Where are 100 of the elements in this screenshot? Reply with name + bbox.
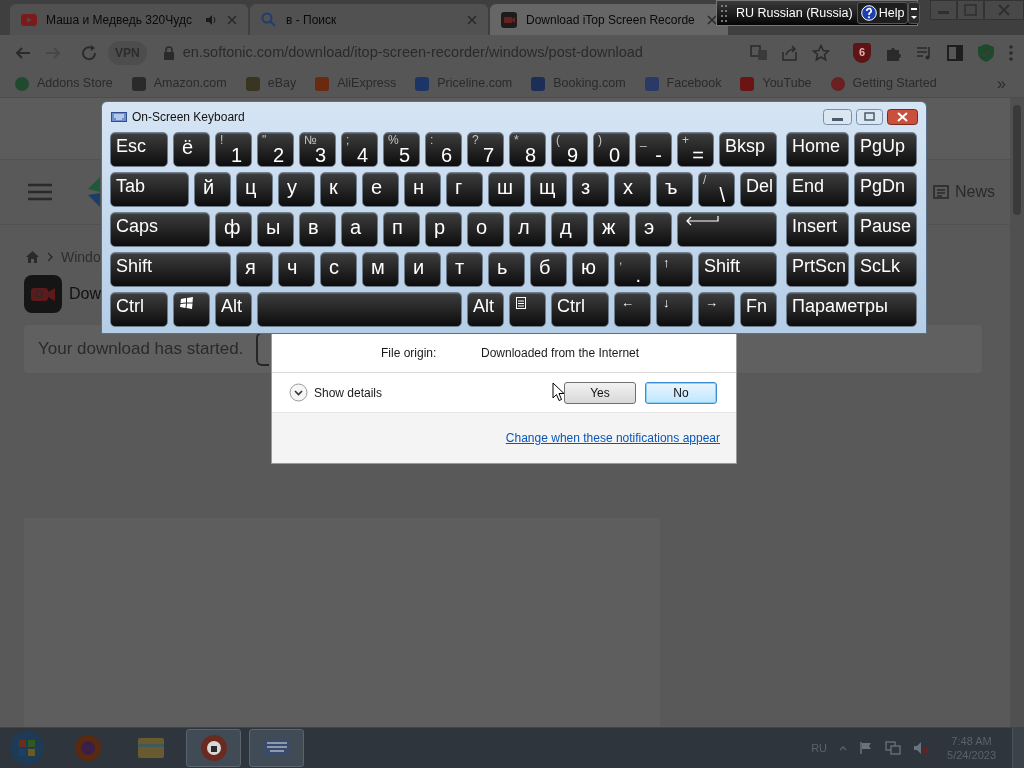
keyboard-key[interactable]: ы (257, 212, 294, 247)
keyboard-key[interactable]: ? 7 (467, 132, 504, 167)
keyboard-key[interactable]: й (194, 172, 231, 207)
share-icon[interactable] (781, 43, 799, 62)
dialog-button[interactable]: Yes (564, 381, 636, 404)
grip-icon[interactable] (720, 3, 728, 23)
keyboard-key[interactable]: ю (572, 252, 609, 287)
keyboard-key[interactable]: Ctrl (110, 292, 168, 327)
keyboard-key[interactable]: Alt (467, 292, 504, 327)
language-button[interactable]: RU Russian (Russia) (736, 3, 853, 23)
keyboard-key[interactable]: + = (677, 132, 714, 167)
taskbar-app[interactable] (249, 729, 304, 767)
keyboard-key[interactable]: , . (614, 252, 651, 287)
keyboard-key[interactable]: п (383, 212, 420, 247)
keyboard-key[interactable]: с (320, 252, 357, 287)
keyboard-key[interactable]: о (467, 212, 504, 247)
keyboard-key[interactable]: ScLk (854, 252, 917, 287)
keyboard-key[interactable]: б (530, 252, 567, 287)
keyboard-key[interactable]: : 6 (425, 132, 462, 167)
start-button[interactable] (8, 729, 46, 767)
menu-icon[interactable] (1008, 43, 1014, 62)
keyboard-key[interactable]: з (572, 172, 609, 207)
menu-icon[interactable] (28, 183, 52, 201)
keyboard-key[interactable]: / \ (698, 172, 735, 207)
keyboard-key[interactable]: ↑ (656, 252, 693, 287)
keyboard-key[interactable]: м (362, 252, 399, 287)
keyboard-key[interactable]: н (404, 172, 441, 207)
keyboard-key[interactable]: р (425, 212, 462, 247)
keyboard-key[interactable]: ь (488, 252, 525, 287)
keyboard-key[interactable]: ) 0 (593, 132, 630, 167)
taskbar-app[interactable] (186, 729, 241, 767)
close-icon[interactable] (887, 109, 918, 125)
keyboard-key[interactable]: ↓ (656, 292, 693, 327)
keyboard-key[interactable]: ч (278, 252, 315, 287)
keyboard-key[interactable]: ё (173, 132, 210, 167)
keyboard-key[interactable]: ц (236, 172, 273, 207)
keyboard-key[interactable]: ( 9 (551, 132, 588, 167)
keyboard-key[interactable]: № 3 (299, 132, 336, 167)
keyboard-key[interactable]: _ - (635, 132, 672, 167)
keyboard-key[interactable]: Caps (110, 212, 210, 247)
keyboard-key[interactable]: т (446, 252, 483, 287)
spacebar[interactable] (257, 292, 462, 327)
keyboard-key[interactable]: и (404, 252, 441, 287)
keyboard-key[interactable]: г (446, 172, 483, 207)
keyboard-key[interactable]: Tab (110, 172, 189, 207)
keyboard-key[interactable]: Pause (854, 212, 917, 247)
logo-icon[interactable] (88, 177, 102, 207)
star-icon[interactable] (812, 43, 830, 62)
keyboard-key[interactable]: ж (593, 212, 630, 247)
restore-icon[interactable] (957, 0, 984, 20)
keyboard-key[interactable]: PgUp (854, 132, 917, 167)
keyboard-key[interactable]: Ctrl (551, 292, 609, 327)
options-icon[interactable] (908, 2, 921, 24)
keyboard-key[interactable]: к (320, 172, 357, 207)
windows-key[interactable] (173, 292, 210, 327)
keyboard-key[interactable]: у (278, 172, 315, 207)
keyboard-key[interactable]: в (299, 212, 336, 247)
chevron-icon[interactable] (839, 745, 848, 751)
keyboard-key[interactable]: " 2 (257, 132, 294, 167)
keyboard-key[interactable]: я (236, 252, 273, 287)
enter-key[interactable] (677, 212, 777, 247)
keyboard-key[interactable]: х (614, 172, 651, 207)
keyboard-key[interactable]: → (698, 292, 735, 327)
keyboard-key[interactable]: Del (740, 172, 777, 207)
keyboard-key[interactable]: д (551, 212, 588, 247)
dialog-button[interactable]: No (645, 381, 717, 404)
home-icon[interactable] (26, 251, 39, 263)
keyboard-key[interactable]: Home (786, 132, 849, 167)
keyboard-key[interactable]: % 5 (383, 132, 420, 167)
keyboard-key[interactable]: Alt (215, 292, 252, 327)
shield-icon[interactable] (977, 42, 995, 63)
keyboard-key[interactable]: ! 1 (215, 132, 252, 167)
close-icon[interactable] (706, 13, 718, 26)
keyboard-key[interactable]: е (362, 172, 399, 207)
keyboard-key[interactable]: ъ (656, 172, 693, 207)
keyboard-key[interactable]: Shift (698, 252, 777, 287)
keyboard-key[interactable]: Fn (740, 292, 777, 327)
keyboard-key[interactable]: Insert (786, 212, 849, 247)
flag-icon[interactable] (859, 741, 874, 755)
keyboard-key[interactable]: ; 4 (341, 132, 378, 167)
muted-speaker-icon[interactable] (913, 741, 930, 755)
menu-key[interactable] (509, 292, 546, 327)
keyboard-key[interactable]: щ (530, 172, 567, 207)
settings-link[interactable]: Change when these notifications appear (505, 429, 720, 447)
keyboard-key[interactable]: PgDn (854, 172, 917, 207)
keyboard-key[interactable]: а (341, 212, 378, 247)
help-button[interactable]: Help (856, 2, 909, 24)
show-desktop-button[interactable] (1012, 728, 1024, 768)
keyboard-key[interactable]: Параметры (786, 292, 917, 327)
scrollbar[interactable] (1010, 98, 1024, 727)
shield-badge[interactable]: 6 (853, 42, 871, 63)
network-icon[interactable] (885, 741, 902, 755)
keyboard-key[interactable]: Esc (110, 132, 168, 167)
keyboard-key[interactable]: ← (614, 292, 651, 327)
keyboard-key[interactable]: ф (215, 212, 252, 247)
keyboard-key[interactable]: End (786, 172, 849, 207)
keyboard-key[interactable]: * 8 (509, 132, 546, 167)
keyboard-key[interactable]: л (509, 212, 546, 247)
keyboard-key[interactable]: PrtScn (786, 252, 849, 287)
keyboard-key[interactable]: Bksp (719, 132, 777, 167)
